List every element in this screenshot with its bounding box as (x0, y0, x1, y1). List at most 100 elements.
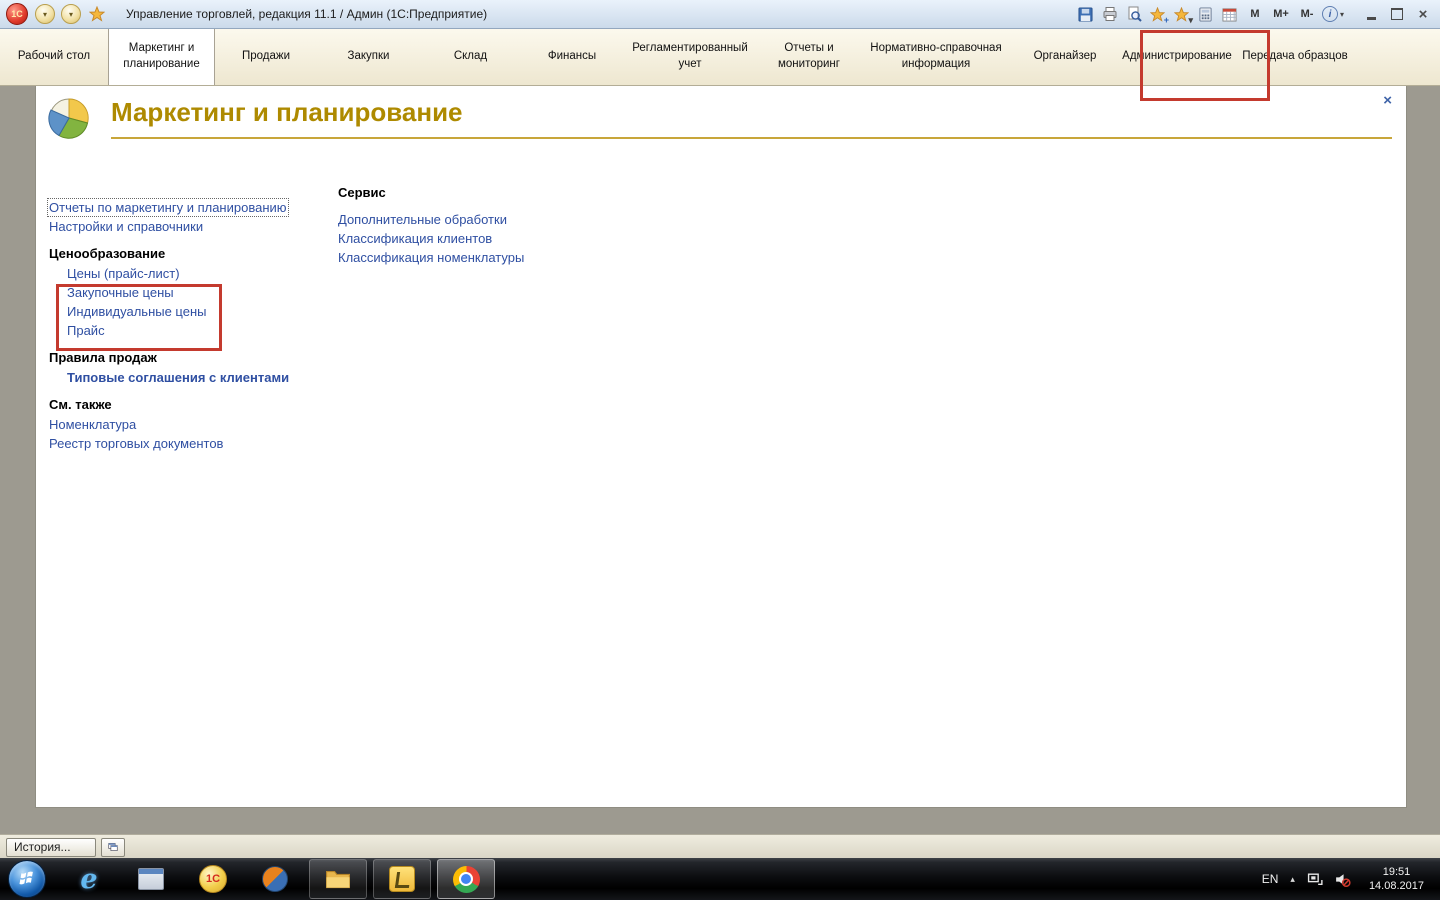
network-status-button[interactable] (1307, 871, 1324, 888)
link-standard-client-agreements[interactable]: Типовые соглашения с клиентами (67, 370, 289, 385)
save-button[interactable] (1074, 3, 1098, 25)
memory-plus-button[interactable]: M+ (1268, 3, 1294, 25)
see-also-header: См. также (49, 397, 339, 412)
tab-desktop[interactable]: Рабочий стол (0, 28, 108, 85)
window-controls: × (1358, 4, 1436, 24)
add-favorite-button[interactable]: + (1146, 3, 1170, 25)
link-purchase-prices[interactable]: Закупочные цены (67, 285, 174, 300)
app-window-icon (138, 868, 164, 890)
calculator-button[interactable] (1194, 3, 1218, 25)
printer-icon (1102, 6, 1118, 22)
section-pie-icon (48, 97, 90, 139)
window-title: Управление торговлей, редакция 11.1 / Ад… (126, 7, 487, 21)
memory-button[interactable]: M (1242, 3, 1268, 25)
volume-button[interactable] (1334, 871, 1351, 888)
status-bar: История... (0, 834, 1440, 859)
1c-app-icon: 1С (199, 865, 227, 893)
tab-marketing-planning[interactable]: Маркетинг и планирование (108, 28, 215, 85)
cascade-windows-icon (108, 841, 118, 853)
app-icon (262, 866, 288, 892)
tab-finance[interactable]: Финансы (521, 28, 623, 85)
help-menu-button[interactable]: i ▾ (1322, 6, 1344, 22)
tab-warehouse[interactable]: Склад (420, 28, 521, 85)
system-tray: EN ▴ 19:51 14.08.2017 (1262, 858, 1440, 900)
close-window-button[interactable]: × (1410, 4, 1436, 24)
link-trade-documents-register[interactable]: Реестр торговых документов (49, 436, 223, 451)
close-icon: × (1419, 7, 1428, 22)
main-menu-button[interactable]: ▾ (35, 4, 55, 24)
sales-rules-header: Правила продаж (49, 350, 339, 365)
panel-close-button[interactable]: × (1383, 93, 1392, 108)
link-nomenclature-classification[interactable]: Классификация номенклатуры (338, 250, 524, 265)
minimize-button[interactable] (1358, 4, 1384, 24)
chevron-down-icon: ▾ (1340, 10, 1344, 19)
section-tabbar: Рабочий стол Маркетинг и планирование Пр… (0, 28, 1440, 86)
print-button[interactable] (1098, 3, 1122, 25)
clock[interactable]: 19:51 14.08.2017 (1369, 865, 1424, 893)
link-individual-prices[interactable]: Индивидуальные цены (67, 304, 206, 319)
show-hidden-icons-button[interactable]: ▴ (1290, 874, 1295, 885)
open-windows-button[interactable] (101, 838, 125, 857)
1c-logo-text: 1С (11, 9, 23, 19)
link-additional-processing[interactable]: Дополнительные обработки (338, 212, 507, 227)
calendar-button[interactable] (1218, 3, 1242, 25)
language-indicator[interactable]: EN (1262, 872, 1279, 886)
favorites-button[interactable] (89, 6, 105, 22)
tab-administration[interactable]: Администрирование (1119, 28, 1235, 85)
taskbar: e 1С EN ▴ 19:51 14.08.2017 (0, 858, 1440, 900)
memory-minus-button[interactable]: M- (1294, 3, 1320, 25)
minimize-icon (1367, 17, 1376, 20)
folder-icon (324, 867, 352, 891)
print-preview-button[interactable] (1122, 3, 1146, 25)
volume-muted-icon (1334, 871, 1351, 888)
save-icon (1078, 7, 1093, 22)
panel-right-column: Сервис Дополнительные обработки Классифи… (338, 185, 658, 269)
clock-time: 19:51 (1369, 865, 1424, 879)
link-nomenclature[interactable]: Номенклатура (49, 417, 136, 432)
tab-sales[interactable]: Продажи (215, 28, 317, 85)
taskbar-app2-button[interactable] (247, 860, 303, 898)
workspace: Маркетинг и планирование × Отчеты по мар… (0, 85, 1440, 834)
chevron-down-icon: ▾ (43, 10, 47, 19)
taskbar-chrome-button[interactable] (437, 859, 495, 899)
clock-date: 14.08.2017 (1369, 879, 1424, 893)
taskbar-1c-button[interactable]: 1С (185, 860, 241, 898)
page-title: Маркетинг и планирование (111, 97, 463, 128)
tab-purchases[interactable]: Закупки (317, 28, 420, 85)
history-button[interactable]: История... (6, 838, 96, 857)
title-underline (111, 137, 1392, 139)
link-prices-price-list[interactable]: Цены (прайс-лист) (67, 266, 180, 281)
start-button[interactable] (8, 860, 46, 898)
chrome-icon-ring (459, 872, 473, 886)
taskbar-notes-button[interactable] (373, 859, 431, 899)
panel-left-column: Отчеты по маркетингу и планированию Наст… (49, 200, 339, 455)
print-preview-icon (1126, 6, 1142, 22)
link-marketing-reports[interactable]: Отчеты по маркетингу и планированию (49, 200, 287, 215)
taskbar-app-button[interactable] (123, 860, 179, 898)
network-icon (1307, 871, 1324, 888)
tab-organizer[interactable]: Органайзер (1011, 28, 1119, 85)
calculator-icon (1198, 7, 1213, 22)
titlebar-toolbar: + ▾ M M+ M- i ▾ × (1074, 3, 1440, 25)
star-icon (89, 6, 105, 22)
tab-sample-transfer[interactable]: Передача образцов (1235, 28, 1355, 85)
favorites-list-button[interactable]: ▾ (1170, 3, 1194, 25)
link-client-classification[interactable]: Классификация клиентов (338, 231, 492, 246)
link-price[interactable]: Прайс (67, 323, 105, 338)
info-icon: i (1322, 6, 1338, 22)
service-section-header: Сервис (338, 185, 658, 200)
tab-regulated-accounting[interactable]: Регламентированный учет (623, 28, 757, 85)
link-settings-directories[interactable]: Настройки и справочники (49, 219, 203, 234)
windows-flag-icon (17, 869, 37, 889)
internet-explorer-icon: e (80, 866, 97, 893)
service-menu-button[interactable]: ▾ (61, 4, 81, 24)
taskbar-ie-button[interactable]: e (61, 860, 117, 898)
chrome-icon-core (461, 874, 471, 884)
plus-badge: + (1164, 16, 1169, 25)
1c-logo-icon: 1С (6, 3, 28, 25)
maximize-button[interactable] (1384, 4, 1410, 24)
tab-reference-information[interactable]: Нормативно-справочная информация (861, 28, 1011, 85)
pricing-section-header: Ценообразование (49, 246, 339, 261)
taskbar-explorer-button[interactable] (309, 859, 367, 899)
tab-reports-monitoring[interactable]: Отчеты и мониторинг (757, 28, 861, 85)
